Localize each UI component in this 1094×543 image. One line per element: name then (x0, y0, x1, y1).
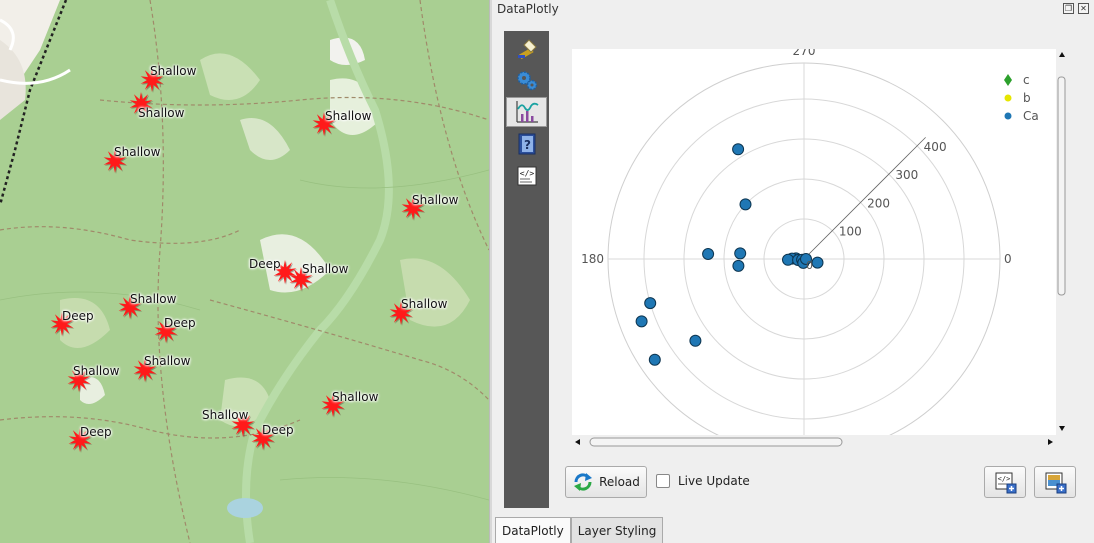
map-marker-label: Deep (62, 309, 94, 323)
map-marker-label: Shallow (114, 145, 161, 159)
map-marker-label: Shallow (401, 297, 448, 311)
angular-tick-label: 270 (793, 49, 816, 58)
map-marker-label: Deep (164, 316, 196, 330)
map-marker-label: Shallow (144, 354, 191, 368)
save-plot-button[interactable] (1034, 466, 1076, 498)
plot-canvas[interactable]: 100 200 300 400 270 180 0 0 c b Ca (572, 49, 1056, 435)
chart-icon (515, 101, 539, 123)
radial-tick-label: 400 (924, 140, 947, 154)
scatter-point[interactable] (734, 247, 747, 260)
image-plot-icon (1045, 472, 1067, 494)
legend-symbol (1004, 74, 1012, 86)
plot-view-icon[interactable] (506, 97, 547, 127)
gears-icon (516, 71, 537, 91)
radial-tick-label: 100 (839, 225, 862, 239)
map-background (0, 0, 489, 543)
map-marker-label: Deep (80, 425, 112, 439)
horizontal-scrollbar[interactable] (572, 435, 1056, 449)
radial-tick-label: 300 (895, 168, 918, 182)
map-marker-label: Shallow (332, 390, 379, 404)
dock-title: DataPlotly (497, 2, 559, 16)
live-update-row: Live Update (656, 474, 750, 488)
properties-icon[interactable] (506, 65, 547, 95)
code-icon[interactable]: </> (506, 161, 547, 191)
map-marker-label: Shallow (325, 109, 372, 123)
radial-tick-label: 200 (867, 196, 890, 210)
radial-origin-label: 0 (806, 259, 813, 272)
map-marker-label: Shallow (130, 292, 177, 306)
tab-layer-styling[interactable]: Layer Styling (570, 517, 664, 543)
scatter-point[interactable] (732, 259, 745, 272)
html-plot-icon: </> (995, 472, 1017, 494)
brush-settings-icon[interactable] (506, 33, 547, 63)
svg-text:</>: </> (519, 169, 534, 178)
map-marker-label: Shallow (202, 408, 249, 422)
polar-chart[interactable]: 100 200 300 400 270 180 0 0 cb Ca (572, 49, 1056, 435)
paint-brush-icon (517, 39, 537, 60)
close-dock-icon[interactable]: ✕ (1078, 3, 1089, 14)
svg-text:?: ? (524, 138, 531, 152)
tool-strip: ? </> (504, 31, 549, 508)
scatter-point[interactable] (702, 248, 715, 260)
legend-label: c (1023, 73, 1030, 87)
map-canvas[interactable]: Shallow Shallow Shallow Shallow Shallow Deep S… (0, 0, 489, 543)
scatter-point[interactable] (648, 353, 661, 366)
legend-label: Ca (1023, 109, 1039, 123)
live-update-label[interactable]: Live Update (678, 474, 750, 488)
svg-text:</>: </> (998, 475, 1011, 483)
map-marker-label: Shallow (302, 262, 349, 276)
help-book-icon: ? (518, 133, 535, 155)
angular-tick-label: 0 (1004, 252, 1012, 266)
map-marker-label: Deep (262, 423, 294, 437)
map-marker-label: Shallow (138, 106, 185, 120)
refresh-icon (574, 473, 593, 491)
float-dock-icon[interactable]: ❐ (1063, 3, 1074, 14)
dock-tabs: DataPlotly Layer Styling (495, 517, 664, 543)
legend-symbol (1004, 94, 1012, 102)
legend-symbol (1004, 112, 1012, 120)
scatter-point[interactable] (689, 334, 702, 347)
scatter-point[interactable] (811, 256, 824, 269)
legend-label: b (1023, 91, 1031, 105)
reload-button[interactable]: Reload (565, 466, 647, 498)
scatter-point[interactable] (782, 253, 794, 266)
map-marker-label: Shallow (73, 364, 120, 378)
angular-tick-label: 180 (581, 252, 604, 266)
scatter-point[interactable] (732, 143, 745, 156)
vertical-scrollbar[interactable] (1056, 49, 1068, 435)
map-marker-label: Deep (249, 257, 281, 271)
html-code-icon: </> (517, 166, 536, 186)
map-marker-label: Shallow (412, 193, 459, 207)
dataplotly-dock: DataPlotly ❐ ✕ ? </> 100 200 300 400 270… (492, 0, 1094, 543)
help-icon[interactable]: ? (506, 129, 547, 159)
update-plot-button[interactable]: </> (984, 466, 1026, 498)
scatter-point[interactable] (739, 198, 752, 211)
map-marker-label: Shallow (150, 64, 197, 78)
scatter-point[interactable] (635, 315, 648, 328)
scatter-point[interactable] (644, 297, 657, 310)
live-update-checkbox[interactable] (656, 474, 670, 488)
tab-dataplotly[interactable]: DataPlotly (495, 517, 571, 543)
reload-label: Reload (599, 475, 640, 489)
